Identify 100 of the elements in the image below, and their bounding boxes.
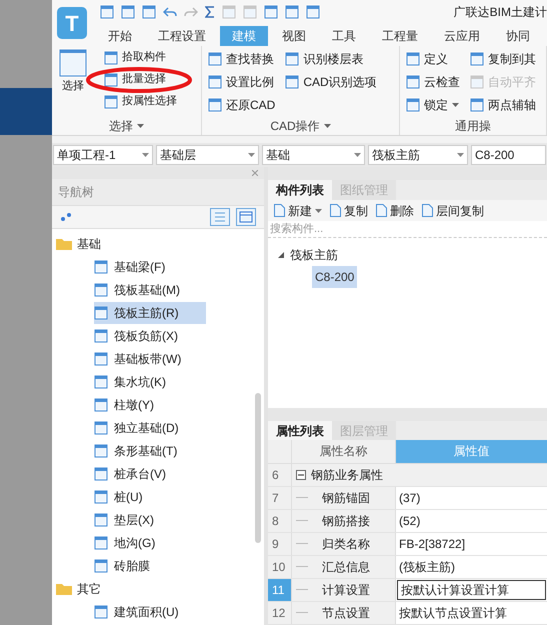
window-icon — [104, 72, 118, 86]
property-name: 节点设置 — [322, 604, 370, 622]
dropdown-field[interactable]: C8-200 — [471, 145, 546, 165]
property-name: 钢筋锚固 — [322, 490, 370, 507]
panel-tab[interactable]: 属性列表 — [268, 421, 332, 440]
window-icon — [406, 52, 420, 66]
ribbon-button[interactable]: 两点辅轴 — [470, 95, 536, 114]
dropdown-field[interactable]: 单项工程-1 — [53, 145, 153, 165]
ribbon-button[interactable]: 拾取构件 — [104, 49, 177, 66]
menu-tab[interactable]: 协同 — [494, 26, 542, 46]
collapse-icon[interactable] — [296, 470, 306, 480]
window-icon — [94, 604, 108, 618]
menu-tab[interactable]: 工程设置 — [146, 26, 218, 46]
ribbon-button[interactable]: CAD识别选项 — [285, 72, 377, 91]
ribbon-button[interactable]: 还原CAD — [208, 95, 276, 114]
window-icon — [94, 260, 108, 274]
window-icon — [94, 512, 108, 526]
tree-item[interactable]: 基础梁(F) — [94, 256, 206, 278]
group-label: CAD操作 — [270, 118, 320, 135]
sparkle-icon[interactable] — [60, 212, 72, 222]
menu-tab[interactable]: 视图 — [270, 26, 318, 46]
property-value[interactable]: 按默认计算设置计算 — [397, 580, 546, 600]
property-value[interactable]: (37) — [396, 486, 547, 509]
dropdown-field[interactable]: 基础 — [262, 145, 365, 165]
undo-icon[interactable] — [163, 6, 177, 18]
property-value[interactable]: FB-2[38722] — [396, 532, 547, 555]
document-icon — [274, 204, 285, 218]
menu-tab[interactable]: 工具 — [320, 26, 368, 46]
tree-item[interactable]: 筏板基础(M) — [94, 278, 206, 300]
property-name: 汇总信息 — [322, 558, 370, 576]
property-value[interactable]: (筏板主筋) — [396, 556, 547, 578]
window-icon — [94, 420, 108, 434]
property-name: 钢筋搭接 — [322, 512, 370, 530]
tree-folder[interactable]: 其它 — [77, 580, 101, 598]
property-value[interactable]: (52) — [396, 510, 547, 532]
dropdown-field[interactable]: 筏板主筋 — [368, 145, 468, 165]
ribbon-button[interactable]: 查找替换 — [208, 49, 276, 68]
tree-item[interactable]: 基础板带(W) — [94, 348, 206, 370]
document-icon — [422, 204, 433, 218]
property-name: 归类名称 — [322, 536, 370, 553]
sigma-icon[interactable] — [205, 6, 215, 18]
window-icon — [59, 49, 87, 77]
window-icon — [470, 74, 484, 88]
redo-icon[interactable] — [184, 6, 198, 18]
window-icon — [406, 74, 420, 88]
ribbon-button[interactable]: 定义 — [406, 49, 460, 68]
ribbon-button[interactable]: 设置比例 — [208, 72, 276, 91]
tree-item[interactable]: 筏板负筋(X) — [94, 324, 206, 346]
dropdown-field[interactable]: 基础层 — [156, 145, 259, 165]
toolbar-button[interactable]: 复制 — [330, 202, 368, 220]
search-field[interactable]: 搜索构件... — [268, 220, 547, 238]
document-icon — [376, 204, 387, 218]
folder-icon — [56, 582, 72, 594]
tree-item[interactable]: 建筑面积(U) — [94, 600, 206, 622]
menu-tab[interactable]: 工程量 — [370, 26, 430, 46]
tree-item[interactable]: 砖胎膜 — [94, 554, 206, 576]
toolbar-button[interactable]: 层间复制 — [422, 202, 484, 220]
menu-tab[interactable]: 开始 — [96, 26, 144, 46]
window-view-icon[interactable] — [236, 208, 256, 226]
tree-item[interactable]: 桩承台(V) — [94, 462, 206, 484]
column-header[interactable]: 属性名称 — [292, 440, 396, 463]
scrollbar-thumb[interactable] — [255, 393, 261, 543]
caret-icon — [324, 124, 331, 128]
ribbon-button[interactable]: 锁定 — [406, 95, 460, 114]
tree-item[interactable]: 集水坑(K) — [94, 370, 206, 392]
ribbon-button[interactable]: 复制到其 — [470, 49, 536, 68]
window-icon — [406, 98, 420, 112]
toolbar-button[interactable]: 删除 — [376, 202, 414, 220]
ribbon-button[interactable]: 按属性选择 — [104, 93, 177, 110]
window-icon — [243, 5, 257, 19]
row-number: 11 — [268, 578, 292, 601]
window-icon — [208, 98, 222, 112]
group-label: 选择 — [109, 118, 133, 135]
tree-item[interactable]: 桩(U) — [94, 486, 206, 508]
window-icon — [94, 466, 108, 480]
tree-item[interactable]: 垫层(X) — [94, 508, 206, 530]
window-icon — [208, 74, 222, 88]
window-icon — [306, 5, 320, 19]
expand-triangle-icon[interactable] — [278, 252, 284, 258]
tree-item[interactable]: 柱墩(Y) — [94, 394, 206, 416]
tree-item[interactable]: 独立基础(D) — [94, 416, 206, 438]
window-icon — [121, 5, 135, 19]
tree-item[interactable]: C8-200 — [312, 266, 358, 288]
window-icon — [94, 374, 108, 388]
tree-node[interactable]: 筏板主筋 — [290, 246, 338, 264]
tree-folder[interactable]: 基础 — [77, 234, 101, 252]
ribbon-button[interactable]: 云检查 — [406, 72, 460, 91]
ribbon-button[interactable]: 识别楼层表 — [285, 49, 377, 68]
window-icon — [264, 5, 278, 19]
tree-item[interactable]: 筏板主筋(R) — [94, 302, 206, 324]
large-button[interactable]: 选择 — [56, 49, 90, 94]
tree-item[interactable]: 条形基础(T) — [94, 440, 206, 462]
panel-tab[interactable]: 构件列表 — [268, 180, 332, 200]
menu-tab[interactable]: 云应用 — [432, 26, 492, 46]
toolbar-button[interactable]: 新建 — [274, 202, 322, 220]
list-view-icon[interactable] — [210, 208, 230, 226]
property-value[interactable]: 按默认节点设置计算 — [396, 602, 547, 624]
tree-item[interactable]: 地沟(G) — [94, 532, 206, 554]
close-icon[interactable] — [252, 170, 258, 176]
window-icon — [142, 5, 156, 19]
